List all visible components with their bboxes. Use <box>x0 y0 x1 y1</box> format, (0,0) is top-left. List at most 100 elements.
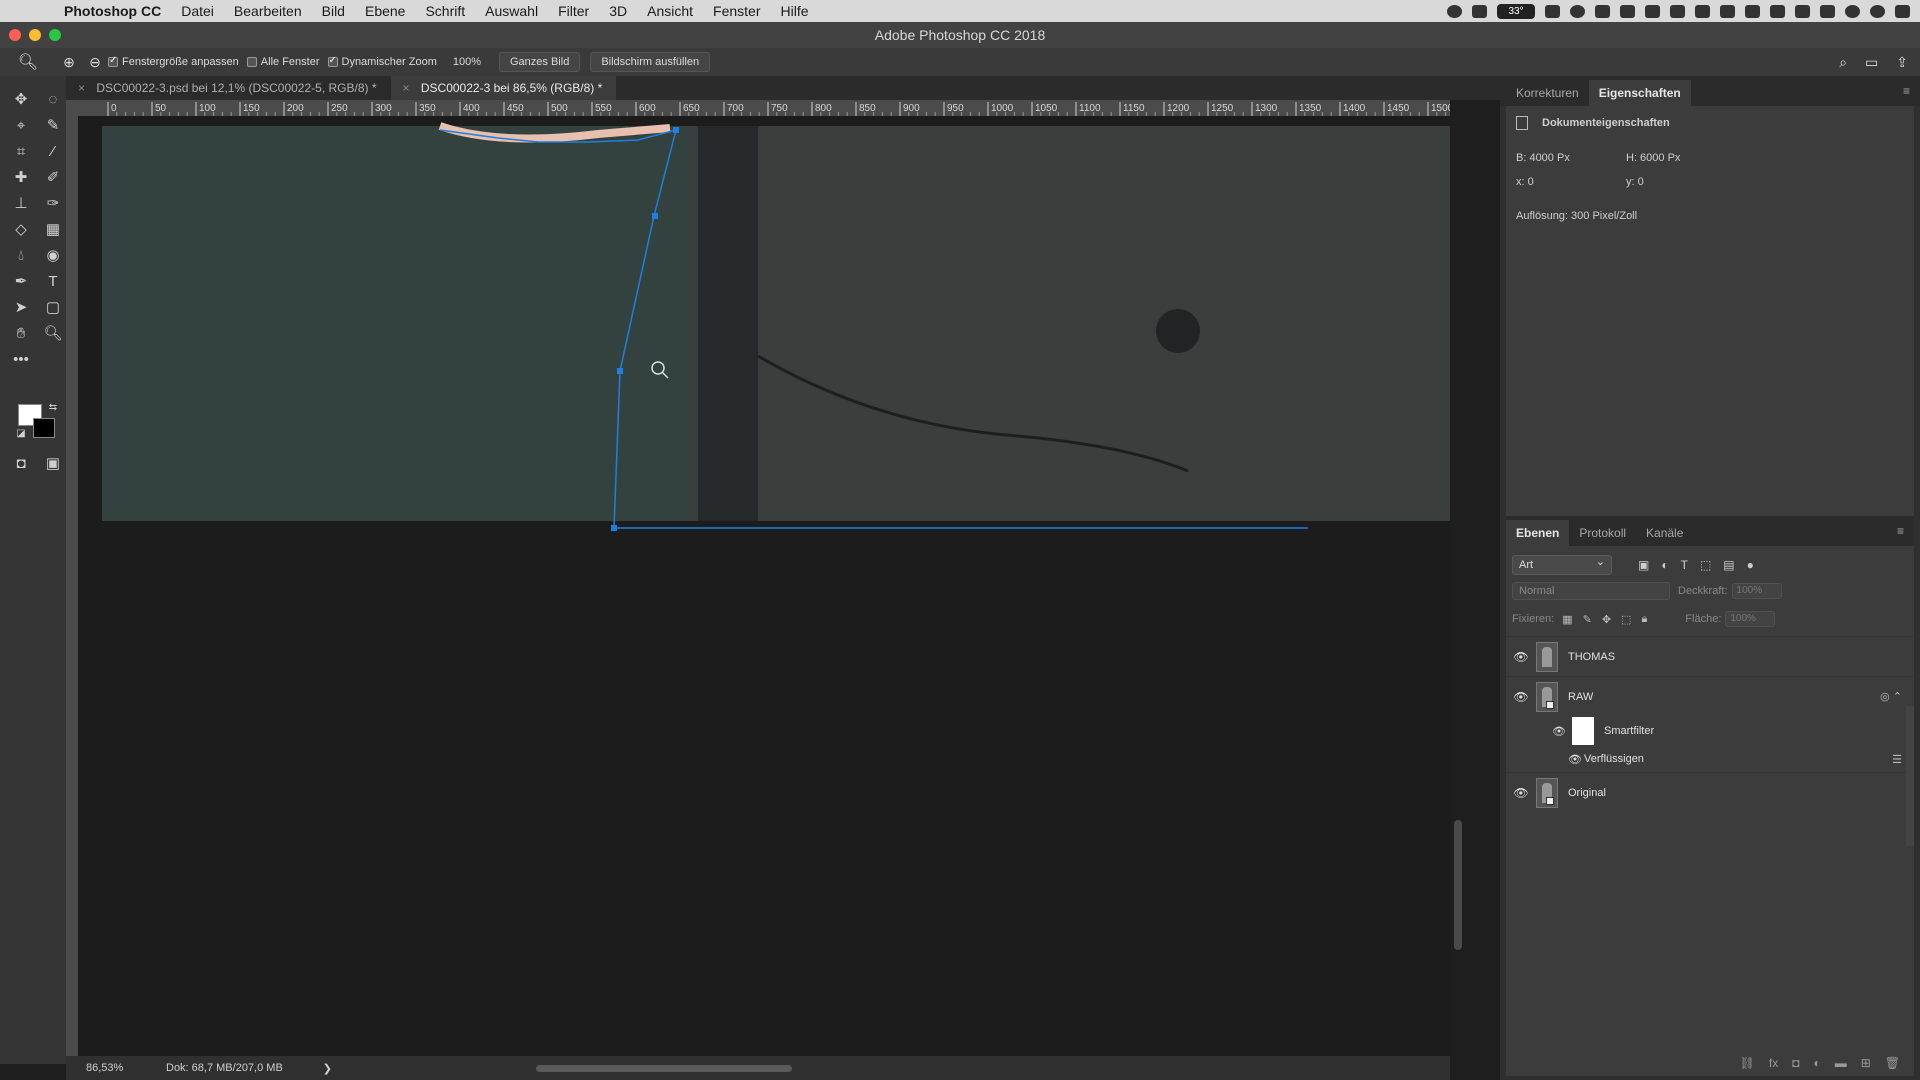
type-filter-icon[interactable]: T <box>1681 558 1688 572</box>
temperature-badge[interactable]: 33° <box>1497 3 1535 19</box>
close-window-button[interactable] <box>9 29 21 41</box>
menu-bearbeiten[interactable]: Bearbeiten <box>224 3 312 19</box>
lock-pixels-icon[interactable]: ✎ <box>1583 613 1592 626</box>
menu-3d[interactable]: 3D <box>599 3 637 19</box>
wd-icon[interactable] <box>1670 4 1685 18</box>
layer-style-icon[interactable]: fx <box>1769 1056 1778 1070</box>
notification-icon[interactable] <box>1895 4 1910 18</box>
filter-blending-options-icon[interactable]: ☰ <box>1892 753 1902 766</box>
canvas-horizontal-scrollbar[interactable] <box>536 1065 792 1072</box>
crop-tool-icon[interactable]: ⌗ <box>8 140 34 164</box>
battery-icon[interactable] <box>1820 4 1835 18</box>
swap-colors-icon[interactable]: ⇆ <box>40 396 66 420</box>
screen-mode-icon[interactable]: ▣ <box>40 452 66 476</box>
marquee-tool-icon[interactable]: ◌ <box>40 88 66 112</box>
close-tab-icon[interactable]: × <box>403 81 410 95</box>
vertical-ruler[interactable] <box>66 116 78 1064</box>
eraser-tool-icon[interactable]: ◇ <box>8 218 34 242</box>
layer-row-thomas[interactable]: 👁︎ THOMAS <box>1506 636 1914 676</box>
screen-icon[interactable] <box>1545 4 1560 18</box>
dodge-tool-icon[interactable]: ◉ <box>40 244 66 268</box>
brush-tool-icon[interactable]: ✐ <box>40 166 66 190</box>
new-group-icon[interactable]: ▬ <box>1835 1056 1847 1070</box>
zoom-100-button[interactable]: 100% <box>445 56 489 68</box>
menu-photoshop[interactable]: Photoshop CC <box>54 3 171 19</box>
anchor-point[interactable] <box>673 127 679 133</box>
add-mask-icon[interactable]: ◘ <box>1792 1056 1799 1070</box>
filter-row-liquify[interactable]: 👁︎ Verflüssigen ☰ <box>1506 746 1914 772</box>
pen-tool-icon[interactable]: ✒ <box>8 270 34 294</box>
tab-eigenschaften[interactable]: Eigenschaften <box>1588 80 1691 106</box>
menu-bild[interactable]: Bild <box>312 3 355 19</box>
message-icon[interactable] <box>1695 4 1710 18</box>
ruler-origin[interactable] <box>66 100 78 116</box>
fit-window-checkbox[interactable]: Fenstergröße anpassen <box>108 55 239 68</box>
history-brush-tool-icon[interactable]: ✑ <box>40 192 66 216</box>
type-tool-icon[interactable]: T <box>40 270 66 294</box>
background-color-swatch[interactable] <box>33 418 55 438</box>
menu-datei[interactable]: Datei <box>171 3 224 19</box>
shape-filter-icon[interactable]: ⬚ <box>1700 558 1711 572</box>
filter-toggle-icon[interactable]: ● <box>1747 558 1754 572</box>
zoom-window-button[interactable] <box>49 29 61 41</box>
menu-schrift[interactable]: Schrift <box>415 3 475 19</box>
tab-korrekturen[interactable]: Korrekturen <box>1506 80 1589 106</box>
anchor-point[interactable] <box>652 213 658 219</box>
path-select-tool-icon[interactable]: ➤ <box>8 296 34 320</box>
display-icon[interactable] <box>1472 4 1487 18</box>
filter-mask-thumbnail[interactable] <box>1572 717 1594 745</box>
document-canvas[interactable] <box>78 116 1450 1056</box>
horizontal-ruler[interactable]: 0 50 100 150 200 250 300 350 400 450 500 550 600 650 7… <box>78 100 1450 116</box>
smart-filter-row[interactable]: 👁︎ Smartfilter <box>1506 716 1914 746</box>
menu-hilfe[interactable]: Hilfe <box>771 3 819 19</box>
evernote-icon[interactable] <box>1620 4 1635 18</box>
gradient-tool-icon[interactable]: ▦ <box>40 218 66 242</box>
lock-artboard-icon[interactable]: ⬚ <box>1621 613 1631 626</box>
bookmark-icon[interactable] <box>1645 4 1660 18</box>
share-icon[interactable]: ⇪ <box>1896 54 1908 71</box>
minimize-window-button[interactable] <box>29 29 41 41</box>
zoom-tool-icon[interactable]: 🔍︎ <box>40 322 66 346</box>
adjustment-layer-icon[interactable]: ◐ <box>1813 1056 1820 1070</box>
menu-ebene[interactable]: Ebene <box>355 3 415 19</box>
siri-icon[interactable] <box>1870 4 1885 18</box>
anchor-point[interactable] <box>617 368 623 374</box>
tab-document-psd[interactable]: × DSC00022-3.psd bei 12,1% (DSC00022-5, … <box>66 76 391 100</box>
eyedropper-tool-icon[interactable]: ⁄ <box>40 140 66 164</box>
dynamic-zoom-checkbox[interactable]: Dynamischer Zoom <box>327 55 437 68</box>
smart-object-filter-icon[interactable]: ▤ <box>1723 558 1734 572</box>
tab-kanaele[interactable]: Kanäle <box>1636 520 1693 546</box>
visibility-eye-icon[interactable]: 👁︎ <box>1506 650 1536 664</box>
dropbox-icon[interactable] <box>1595 4 1610 18</box>
fill-screen-button[interactable]: Bildschirm ausfüllen <box>590 52 711 72</box>
workspace-icon[interactable]: ▭ <box>1865 54 1878 71</box>
pixel-filter-icon[interactable]: ▣ <box>1638 558 1649 572</box>
zoom-out-icon[interactable]: ⊖ <box>82 54 108 71</box>
visibility-eye-icon[interactable]: 👁︎ <box>1506 690 1536 704</box>
default-colors-icon[interactable]: ◪ <box>8 422 34 446</box>
creative-cloud-icon[interactable] <box>1570 4 1585 18</box>
canvas-vertical-scrollbar[interactable] <box>1454 820 1462 950</box>
timemachine-icon[interactable] <box>1720 4 1735 18</box>
delete-layer-icon[interactable]: 🗑︎ <box>1885 1056 1900 1070</box>
menu-fenster[interactable]: Fenster <box>703 3 770 19</box>
layer-row-original[interactable]: 👁︎ Original <box>1506 772 1914 812</box>
hand-tool-icon[interactable]: ✋︎ <box>8 322 34 346</box>
menu-filter[interactable]: Filter <box>548 3 599 19</box>
fill-input[interactable]: 100% <box>1725 611 1776 627</box>
anchor-point[interactable] <box>611 525 617 531</box>
layers-menu-icon[interactable]: ≡ <box>1897 524 1904 538</box>
all-windows-checkbox[interactable]: Alle Fenster <box>246 56 320 68</box>
blend-mode-select[interactable]: Normal <box>1512 582 1670 600</box>
airplay-icon[interactable] <box>1795 4 1810 18</box>
quick-select-tool-icon[interactable]: ✎ <box>40 114 66 138</box>
zoom-in-icon[interactable]: ⊕ <box>56 54 82 71</box>
menu-auswahl[interactable]: Auswahl <box>475 3 548 19</box>
clone-stamp-tool-icon[interactable]: ⊥ <box>8 192 34 216</box>
link-layers-icon[interactable]: ⛓ <box>1740 1056 1755 1070</box>
tab-document-active[interactable]: × DSC00022-3 bei 86,5% (RGB/8) * <box>390 76 617 100</box>
panel-menu-icon[interactable]: ≡ <box>1903 84 1910 98</box>
smart-filter-toggle-icon[interactable]: ◎ ⌃ <box>1880 690 1902 703</box>
tab-ebenen[interactable]: Ebenen <box>1506 520 1570 546</box>
lock-position-icon[interactable]: ✥ <box>1602 613 1611 626</box>
